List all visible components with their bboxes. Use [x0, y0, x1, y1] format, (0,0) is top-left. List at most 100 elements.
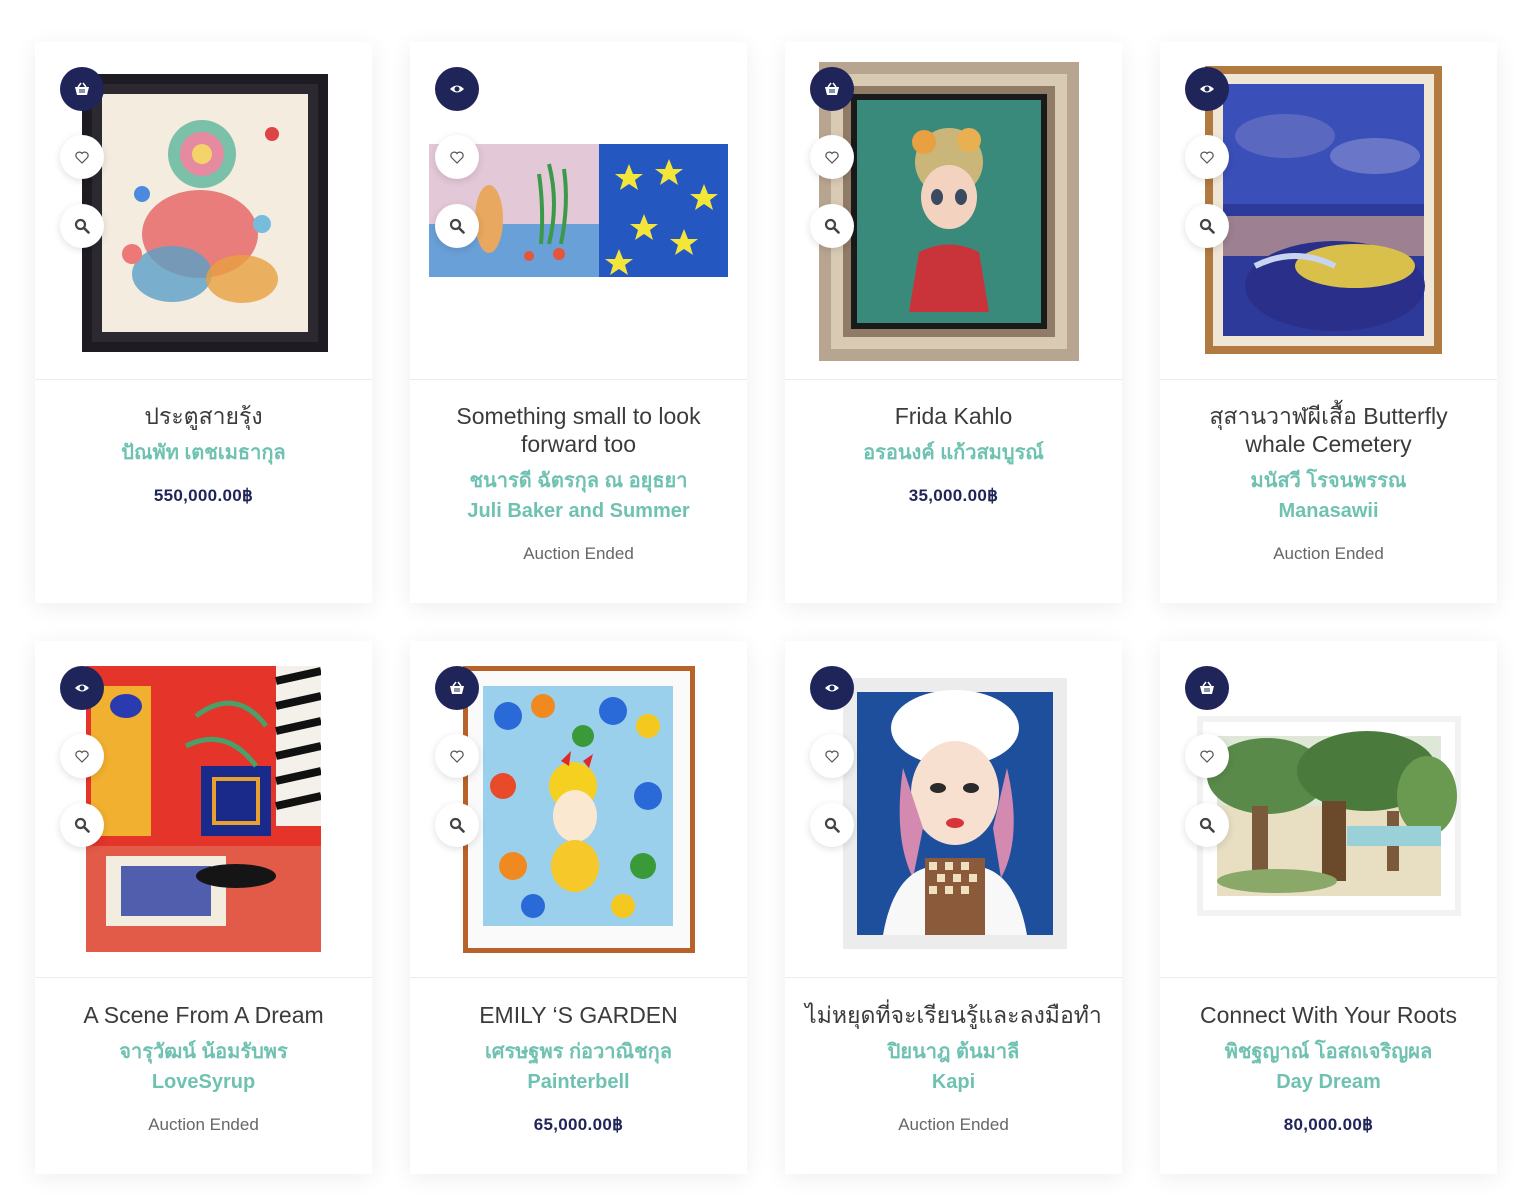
artist-name[interactable]: มนัสวี โรจนพรรณ	[1160, 466, 1497, 496]
basket-icon	[825, 82, 839, 95]
quick-view-button[interactable]	[810, 803, 854, 847]
search-icon	[449, 218, 465, 234]
product-price: 550,000.00฿	[153, 486, 254, 505]
artist-alias[interactable]: LoveSyrup	[35, 1067, 372, 1097]
search-icon	[824, 218, 840, 234]
artwork-image[interactable]	[819, 62, 1079, 361]
artist-alias[interactable]: Juli Baker and Summer	[410, 496, 747, 526]
product-title[interactable]: A Scene From A Dream	[35, 1001, 372, 1029]
artwork-image[interactable]	[1205, 66, 1442, 354]
eye-icon	[450, 85, 464, 93]
add-to-cart-button[interactable]	[810, 67, 854, 111]
search-icon	[74, 218, 90, 234]
artist-alias[interactable]: Manasawii	[1160, 496, 1497, 526]
product-title[interactable]: ไม่หยุดที่จะเรียนรู้และลงมือทำ	[785, 1001, 1122, 1029]
quick-view-button[interactable]	[810, 204, 854, 248]
artist-alias[interactable]: Kapi	[785, 1067, 1122, 1097]
eye-icon	[825, 684, 839, 692]
artwork-image[interactable]	[1197, 716, 1461, 916]
quick-view-button[interactable]	[60, 803, 104, 847]
heart-icon	[1200, 750, 1214, 763]
auction-status: Auction Ended	[1273, 544, 1384, 563]
eye-icon	[1200, 85, 1214, 93]
artwork-image[interactable]	[86, 666, 321, 952]
wishlist-button[interactable]	[435, 135, 479, 179]
basket-icon	[75, 82, 89, 95]
add-to-cart-button[interactable]	[60, 67, 104, 111]
wishlist-button[interactable]	[810, 135, 854, 179]
product-card[interactable]: Something small to look forward too ชนาร…	[410, 42, 747, 603]
product-title[interactable]: ประตูสายรุ้ง	[35, 402, 372, 430]
product-info: Connect With Your Roots พิชฐญาณ์ โอสถเจร…	[1160, 1001, 1497, 1135]
product-info: ไม่หยุดที่จะเรียนรู้และลงมือทำ ปิยนาฎ ต้…	[785, 1001, 1122, 1135]
view-details-button[interactable]	[1185, 67, 1229, 111]
artist-name[interactable]: ปัณพัท เตชเมธากุล	[35, 438, 372, 468]
product-price: 65,000.00฿	[533, 1115, 624, 1134]
product-info: Frida Kahlo อรอนงค์ แก้วสมบูรณ์ 35,000.0…	[785, 402, 1122, 506]
artist-name[interactable]: จารุวัฒน์ น้อมรับพร	[35, 1037, 372, 1067]
auction-status: Auction Ended	[898, 1115, 1009, 1134]
artwork-image[interactable]	[843, 678, 1067, 949]
product-info: สุสานวาฬผีเสื้อ Butterfly whale Cemetery…	[1160, 402, 1497, 564]
heart-icon	[450, 151, 464, 164]
product-card[interactable]: Connect With Your Roots พิชฐญาณ์ โอสถเจร…	[1160, 641, 1497, 1174]
search-icon	[449, 817, 465, 833]
product-grid: ประตูสายรุ้ง ปัณพัท เตชเมธากุล 550,000.0…	[0, 0, 1535, 1198]
view-details-button[interactable]	[435, 67, 479, 111]
view-details-button[interactable]	[60, 666, 104, 710]
wishlist-button[interactable]	[60, 135, 104, 179]
product-info: A Scene From A Dream จารุวัฒน์ น้อมรับพร…	[35, 1001, 372, 1135]
auction-status: Auction Ended	[523, 544, 634, 563]
heart-icon	[1200, 151, 1214, 164]
product-price: 35,000.00฿	[908, 486, 999, 505]
search-icon	[1199, 817, 1215, 833]
product-title[interactable]: Frida Kahlo	[785, 402, 1122, 430]
basket-icon	[1200, 681, 1214, 694]
artist-alias[interactable]: Painterbell	[410, 1067, 747, 1097]
product-card[interactable]: A Scene From A Dream จารุวัฒน์ น้อมรับพร…	[35, 641, 372, 1174]
heart-icon	[825, 151, 839, 164]
product-title[interactable]: Something small to look forward too	[410, 402, 747, 458]
artwork-image[interactable]	[82, 74, 328, 352]
product-card[interactable]: สุสานวาฬผีเสื้อ Butterfly whale Cemetery…	[1160, 42, 1497, 603]
artist-name[interactable]: ปิยนาฎ ต้นมาลี	[785, 1037, 1122, 1067]
product-title[interactable]: สุสานวาฬผีเสื้อ Butterfly whale Cemetery	[1160, 402, 1497, 458]
wishlist-button[interactable]	[1185, 135, 1229, 179]
product-price: 80,000.00฿	[1283, 1115, 1374, 1134]
artist-name[interactable]: เศรษฐพร ก่อวาณิชกุล	[410, 1037, 747, 1067]
artist-name[interactable]: ชนารดี ฉัตรกุล ณ อยุธยา	[410, 466, 747, 496]
quick-view-button[interactable]	[435, 204, 479, 248]
product-title[interactable]: EMILY ‘S GARDEN	[410, 1001, 747, 1029]
heart-icon	[825, 750, 839, 763]
wishlist-button[interactable]	[810, 734, 854, 778]
quick-view-button[interactable]	[435, 803, 479, 847]
product-title[interactable]: Connect With Your Roots	[1160, 1001, 1497, 1029]
quick-view-button[interactable]	[1185, 204, 1229, 248]
heart-icon	[75, 750, 89, 763]
heart-icon	[75, 151, 89, 164]
product-info: EMILY ‘S GARDEN เศรษฐพร ก่อวาณิชกุล Pain…	[410, 1001, 747, 1135]
product-card[interactable]: ไม่หยุดที่จะเรียนรู้และลงมือทำ ปิยนาฎ ต้…	[785, 641, 1122, 1174]
view-details-button[interactable]	[810, 666, 854, 710]
heart-icon	[450, 750, 464, 763]
wishlist-button[interactable]	[435, 734, 479, 778]
quick-view-button[interactable]	[60, 204, 104, 248]
search-icon	[1199, 218, 1215, 234]
search-icon	[74, 817, 90, 833]
add-to-cart-button[interactable]	[435, 666, 479, 710]
artist-name[interactable]: อรอนงค์ แก้วสมบูรณ์	[785, 438, 1122, 468]
product-card[interactable]: Frida Kahlo อรอนงค์ แก้วสมบูรณ์ 35,000.0…	[785, 42, 1122, 603]
artist-alias[interactable]: Day Dream	[1160, 1067, 1497, 1097]
quick-view-button[interactable]	[1185, 803, 1229, 847]
product-info: Something small to look forward too ชนาร…	[410, 402, 747, 564]
product-card[interactable]: EMILY ‘S GARDEN เศรษฐพร ก่อวาณิชกุล Pain…	[410, 641, 747, 1174]
artwork-image[interactable]	[463, 666, 695, 953]
product-info: ประตูสายรุ้ง ปัณพัท เตชเมธากุล 550,000.0…	[35, 402, 372, 506]
wishlist-button[interactable]	[1185, 734, 1229, 778]
artist-name[interactable]: พิชฐญาณ์ โอสถเจริญผล	[1160, 1037, 1497, 1067]
product-card[interactable]: ประตูสายรุ้ง ปัณพัท เตชเมธากุล 550,000.0…	[35, 42, 372, 603]
wishlist-button[interactable]	[60, 734, 104, 778]
basket-icon	[450, 681, 464, 694]
add-to-cart-button[interactable]	[1185, 666, 1229, 710]
search-icon	[824, 817, 840, 833]
